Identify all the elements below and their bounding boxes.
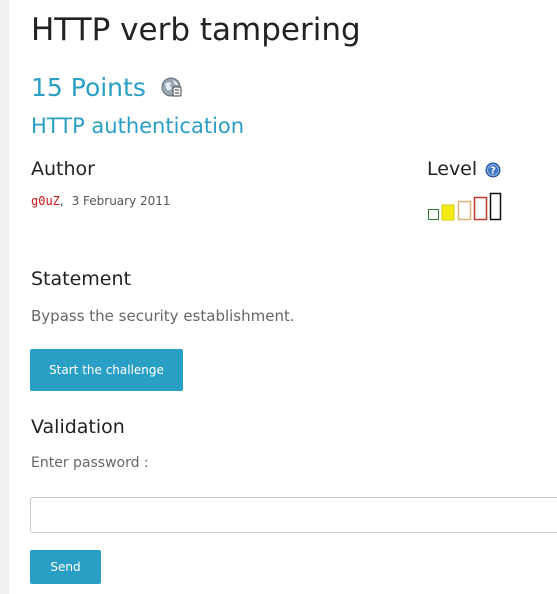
points-row: 15 Points [31,70,183,104]
validation-heading: Validation [31,416,125,438]
author-line: g0uZ, 3 February 2011 [31,194,171,208]
challenge-points: 15 Points [31,72,146,102]
send-button[interactable]: Send [30,550,101,584]
level-bar-3 [457,200,472,221]
level-bar-2 [441,204,455,221]
author-heading: Author [31,158,95,180]
password-input[interactable] [30,497,557,533]
level-bar-1 [428,209,439,220]
author-separator: , [59,194,64,208]
challenge-category-link[interactable]: HTTP authentication [31,114,244,138]
statement-heading: Statement [31,268,131,290]
start-challenge-button[interactable]: Start the challenge [30,349,183,391]
level-heading: Level [427,158,478,180]
author-date: 3 February 2011 [71,194,171,208]
statement-text: Bypass the security establishment. [31,307,295,325]
validators-globe-icon[interactable] [161,76,183,98]
challenge-title: HTTP verb tampering [31,12,361,48]
level-bar-4 [473,196,488,221]
level-heading-row: Level ? [427,158,501,180]
left-gutter [0,0,9,594]
svg-text:?: ? [490,166,496,177]
help-icon[interactable]: ? [485,161,501,178]
author-name-link[interactable]: g0uZ [31,194,60,208]
level-bar-5 [489,192,502,221]
difficulty-level-indicator [427,192,503,222]
password-label: Enter password : [31,455,149,471]
